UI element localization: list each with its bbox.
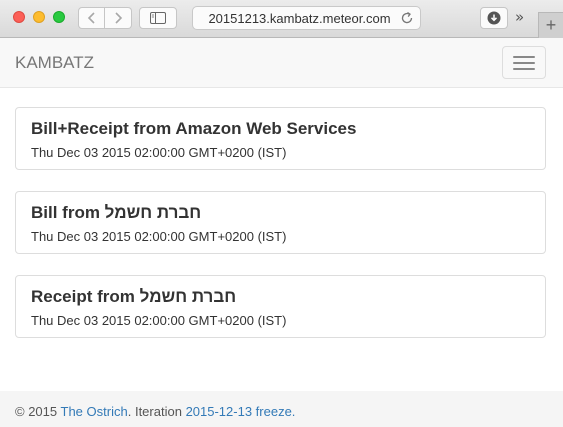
app-navbar: KAMBATZ [0,38,563,88]
reload-icon[interactable] [400,11,414,25]
document-title: Receipt from חברת חשמל [31,287,237,306]
page-footer: © 2015 The Ostrich. Iteration 2015-12-13… [0,391,563,427]
chevron-right-icon [115,12,123,24]
sidebar-toggle-button[interactable] [139,7,177,29]
history-nav-group [78,7,132,29]
minimize-window-button[interactable] [33,11,45,23]
forward-button[interactable] [105,7,132,29]
document-date: Thu Dec 03 2015 02:00:00 GMT+0200 (IST) [31,145,287,160]
document-title: Bill from חברת חשמל [31,203,202,222]
close-window-button[interactable] [13,11,25,23]
download-icon [487,11,501,25]
browser-toolbar: 20151213.kambatz.meteor.com » + [0,0,563,38]
document-card[interactable]: Receipt from חברת חשמל Thu Dec 03 2015 0… [15,275,546,338]
sidebar-icon [150,12,166,24]
back-button[interactable] [78,7,105,29]
chevron-left-icon [87,12,95,24]
footer-text: © 2015 The Ostrich. Iteration 2015-12-13… [15,404,295,419]
iteration-label: Iteration [134,404,182,419]
author-link[interactable]: The Ostrich [61,404,128,419]
address-bar[interactable]: 20151213.kambatz.meteor.com [192,6,421,30]
footer-period: . [127,404,132,419]
menu-toggle-button[interactable] [502,46,546,79]
hamburger-icon-bar [513,61,535,64]
hamburger-icon [513,55,535,58]
new-tab-button[interactable]: + [538,12,563,38]
url-text: 20151213.kambatz.meteor.com [208,10,391,26]
document-date: Thu Dec 03 2015 02:00:00 GMT+0200 (IST) [31,313,287,328]
downloads-button[interactable] [480,7,508,29]
zoom-window-button[interactable] [53,11,65,23]
document-title: Bill+Receipt from Amazon Web Services [31,119,357,138]
document-card[interactable]: Bill from חברת חשמל Thu Dec 03 2015 02:0… [15,191,546,254]
document-date: Thu Dec 03 2015 02:00:00 GMT+0200 (IST) [31,229,287,244]
iteration-link[interactable]: 2015-12-13 freeze. [186,404,296,419]
hamburger-icon-bar [513,67,535,70]
copyright-text: © 2015 [15,404,58,419]
document-card[interactable]: Bill+Receipt from Amazon Web Services Th… [15,107,546,170]
more-toolbar-button[interactable]: » [515,8,524,26]
brand-logo[interactable]: KAMBATZ [15,53,94,73]
